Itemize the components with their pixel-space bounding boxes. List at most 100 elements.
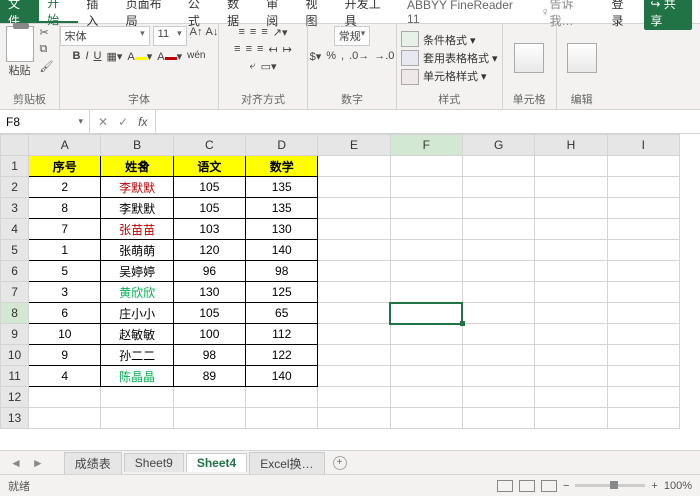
- grid[interactable]: A B C D E F G H I 1 序号 姓名 语文 数学 22李默默105…: [0, 134, 680, 429]
- share-button[interactable]: ↪ 共享: [644, 0, 692, 30]
- row-header[interactable]: 4: [1, 219, 29, 240]
- cell[interactable]: [535, 324, 607, 345]
- row-header[interactable]: 9: [1, 324, 29, 345]
- cell[interactable]: 98: [173, 345, 245, 366]
- cell[interactable]: 125: [246, 282, 318, 303]
- cell[interactable]: [607, 177, 679, 198]
- cell[interactable]: [607, 303, 679, 324]
- cell[interactable]: [462, 345, 534, 366]
- cell[interactable]: [390, 177, 462, 198]
- cell[interactable]: 吴婷婷: [101, 261, 173, 282]
- cell[interactable]: [462, 303, 534, 324]
- col-header[interactable]: F: [390, 135, 462, 156]
- zoom-value[interactable]: 100%: [664, 480, 692, 492]
- cell[interactable]: 数学: [246, 156, 318, 177]
- cell[interactable]: [462, 261, 534, 282]
- cell[interactable]: 姓名: [101, 156, 173, 177]
- cell[interactable]: [462, 198, 534, 219]
- cell[interactable]: 140: [246, 240, 318, 261]
- cell[interactable]: 5: [29, 261, 101, 282]
- cell[interactable]: [535, 345, 607, 366]
- indent-dec-icon[interactable]: ↤: [268, 43, 277, 56]
- col-header[interactable]: A: [29, 135, 101, 156]
- cell[interactable]: [607, 408, 679, 429]
- cell[interactable]: 语文: [173, 156, 245, 177]
- cell[interactable]: [535, 240, 607, 261]
- cell[interactable]: [390, 261, 462, 282]
- cell[interactable]: [29, 408, 101, 429]
- align-right-icon[interactable]: ≡: [257, 43, 263, 56]
- cell[interactable]: [390, 387, 462, 408]
- inc-decimal-icon[interactable]: .0→: [349, 50, 369, 63]
- comma-icon[interactable]: ,: [341, 50, 344, 63]
- cell[interactable]: [318, 198, 390, 219]
- cell[interactable]: [535, 303, 607, 324]
- cell[interactable]: 10: [29, 324, 101, 345]
- cell[interactable]: [535, 198, 607, 219]
- cell[interactable]: [535, 408, 607, 429]
- col-header[interactable]: B: [101, 135, 173, 156]
- cell[interactable]: 98: [246, 261, 318, 282]
- font-color-button[interactable]: A▾: [157, 50, 182, 63]
- cell[interactable]: [607, 240, 679, 261]
- cell[interactable]: [535, 156, 607, 177]
- col-header[interactable]: G: [462, 135, 534, 156]
- cell[interactable]: [607, 387, 679, 408]
- row-header[interactable]: 13: [1, 408, 29, 429]
- cell[interactable]: [607, 198, 679, 219]
- view-break-icon[interactable]: [541, 480, 557, 492]
- tab-view[interactable]: 视图: [297, 0, 336, 23]
- cell[interactable]: [607, 345, 679, 366]
- enter-icon[interactable]: ✓: [118, 115, 128, 129]
- cell[interactable]: [535, 387, 607, 408]
- add-sheet-button[interactable]: +: [333, 456, 347, 470]
- cell[interactable]: 103: [173, 219, 245, 240]
- zoom-slider[interactable]: [575, 484, 645, 487]
- align-left-icon[interactable]: ≡: [234, 43, 240, 56]
- tab-layout[interactable]: 页面布局: [118, 0, 180, 23]
- cell[interactable]: [390, 303, 462, 324]
- cell[interactable]: [318, 282, 390, 303]
- tab-addon[interactable]: ABBYY FineReader 11: [399, 0, 532, 23]
- cell[interactable]: 2: [29, 177, 101, 198]
- number-format-select[interactable]: 常规▾: [334, 26, 371, 46]
- cell[interactable]: [462, 219, 534, 240]
- cell[interactable]: [607, 156, 679, 177]
- sheet-tab[interactable]: Excel换…: [249, 452, 324, 474]
- cell[interactable]: [607, 366, 679, 387]
- edit-icon[interactable]: [567, 43, 597, 73]
- indent-inc-icon[interactable]: ↦: [283, 43, 292, 56]
- cell[interactable]: [462, 282, 534, 303]
- cell[interactable]: [462, 156, 534, 177]
- row-header[interactable]: 2: [1, 177, 29, 198]
- cell[interactable]: [390, 219, 462, 240]
- cell[interactable]: [390, 324, 462, 345]
- cell[interactable]: 96: [173, 261, 245, 282]
- format-painter-icon[interactable]: 🖌: [40, 60, 54, 73]
- cell[interactable]: 孙二二: [101, 345, 173, 366]
- cell-style-icon[interactable]: [401, 69, 419, 85]
- cell[interactable]: [390, 156, 462, 177]
- percent-icon[interactable]: %: [326, 50, 336, 63]
- cell[interactable]: 135: [246, 177, 318, 198]
- cell[interactable]: [535, 177, 607, 198]
- cell[interactable]: 65: [246, 303, 318, 324]
- col-header[interactable]: D: [246, 135, 318, 156]
- cell[interactable]: [390, 198, 462, 219]
- cut-icon[interactable]: ✂: [40, 26, 54, 39]
- fill-color-button[interactable]: A▾: [127, 50, 152, 63]
- tell-me[interactable]: ♀ 告诉我…: [532, 0, 603, 23]
- cell[interactable]: 赵敏敏: [101, 324, 173, 345]
- cell[interactable]: 105: [173, 177, 245, 198]
- tab-home[interactable]: 开始: [39, 0, 78, 23]
- font-size-select[interactable]: 11▾: [153, 26, 187, 46]
- cell[interactable]: [318, 408, 390, 429]
- cell[interactable]: [390, 345, 462, 366]
- cond-format-button[interactable]: 条件格式 ▾: [423, 32, 498, 48]
- cell[interactable]: [173, 408, 245, 429]
- sheet-tab[interactable]: 成绩表: [64, 452, 122, 474]
- cancel-icon[interactable]: ✕: [98, 115, 108, 129]
- table-format-button[interactable]: 套用表格格式 ▾: [423, 50, 498, 66]
- cell[interactable]: [318, 366, 390, 387]
- orientation-icon[interactable]: ↗▾: [273, 26, 288, 39]
